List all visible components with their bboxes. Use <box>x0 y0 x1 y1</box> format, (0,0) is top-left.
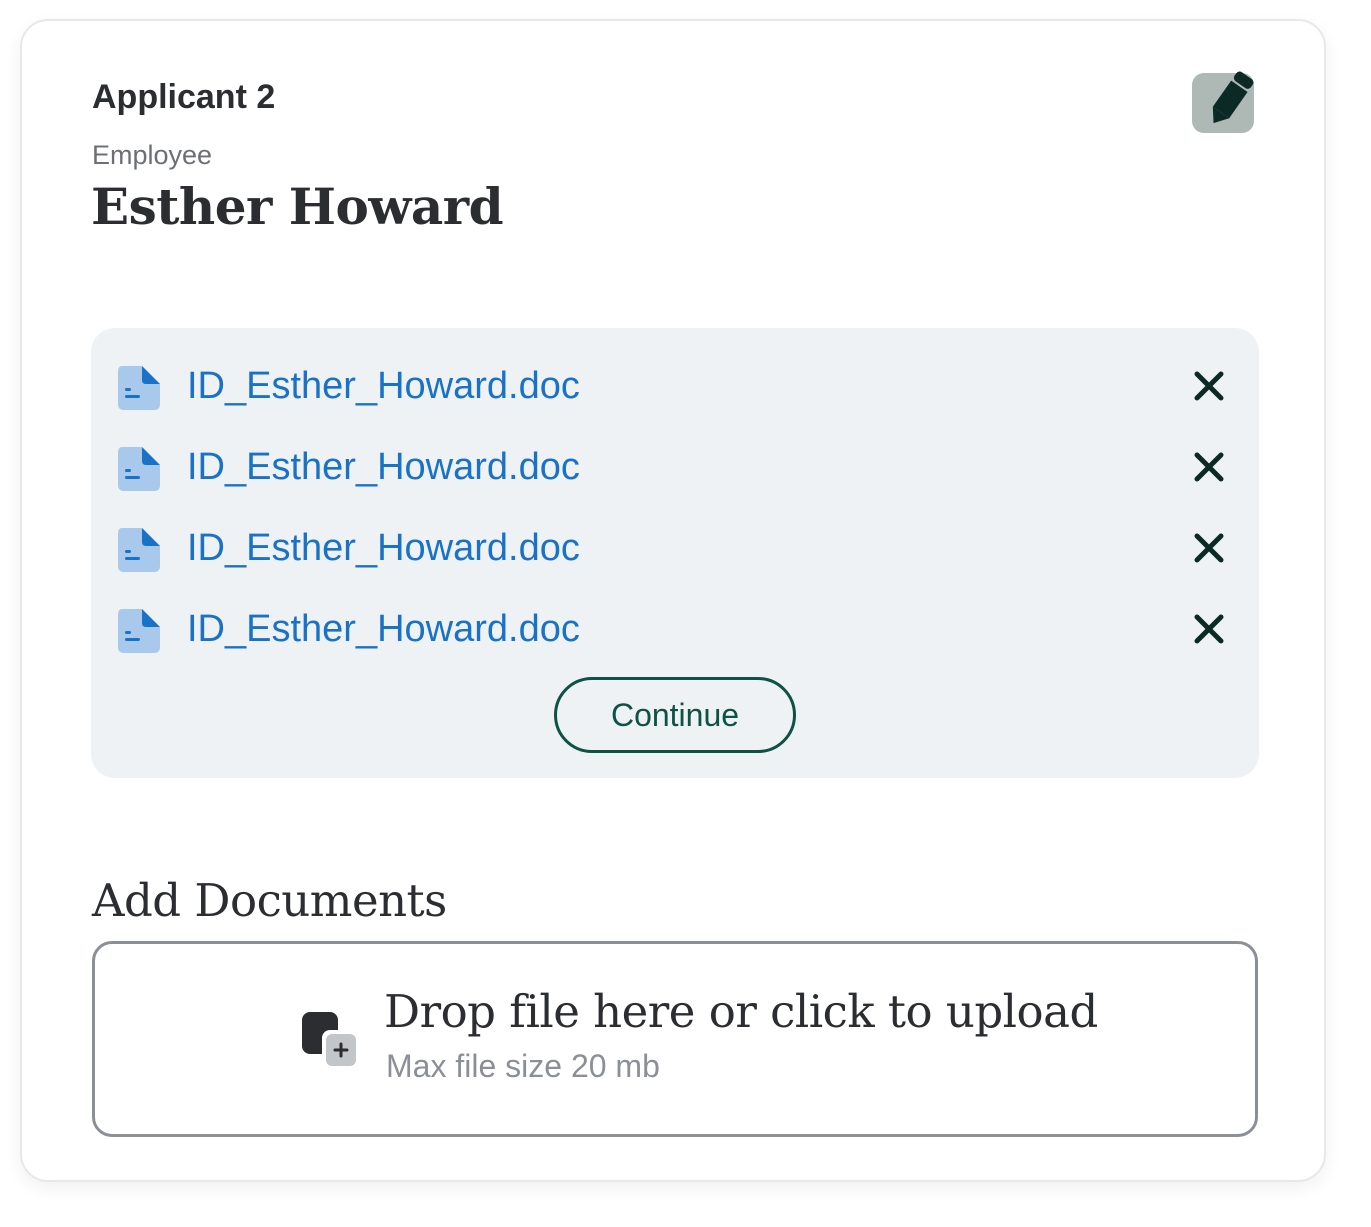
uploaded-files-panel: ID_Esther_Howard.doc ID_Esther_Howard.do… <box>91 328 1259 778</box>
file-dropzone[interactable]: Drop file here or click to upload Max fi… <box>92 941 1258 1137</box>
edit-button[interactable] <box>1192 71 1254 133</box>
continue-button[interactable]: Continue <box>554 677 796 753</box>
pencil-icon <box>1212 71 1254 124</box>
file-name-link[interactable]: ID_Esther_Howard.doc <box>187 605 580 653</box>
document-icon <box>118 609 160 653</box>
close-icon[interactable] <box>1189 609 1229 649</box>
close-icon[interactable] <box>1189 366 1229 406</box>
applicant-card: Applicant 2 Employee Esther Howard ID_Es… <box>20 19 1326 1182</box>
applicant-label: Applicant 2 <box>92 78 276 116</box>
close-icon[interactable] <box>1189 528 1229 568</box>
max-file-size-hint: Max file size 20 mb <box>386 1048 660 1084</box>
file-row: ID_Esther_Howard.doc <box>91 437 1259 497</box>
dropzone-text: Drop file here or click to upload <box>384 985 1098 1038</box>
applicant-name: Esther Howard <box>91 177 504 236</box>
file-row: ID_Esther_Howard.doc <box>91 518 1259 578</box>
applicant-role: Employee <box>92 140 213 170</box>
file-row: ID_Esther_Howard.doc <box>91 599 1259 659</box>
file-name-link[interactable]: ID_Esther_Howard.doc <box>187 362 580 410</box>
add-documents-title: Add Documents <box>92 874 447 927</box>
file-row: ID_Esther_Howard.doc <box>91 356 1259 416</box>
document-icon <box>118 528 160 572</box>
file-name-link[interactable]: ID_Esther_Howard.doc <box>187 443 580 491</box>
file-name-link[interactable]: ID_Esther_Howard.doc <box>187 524 580 572</box>
close-icon[interactable] <box>1189 447 1229 487</box>
document-icon <box>118 447 160 491</box>
upload-file-icon <box>302 1012 360 1070</box>
document-icon <box>118 366 160 410</box>
